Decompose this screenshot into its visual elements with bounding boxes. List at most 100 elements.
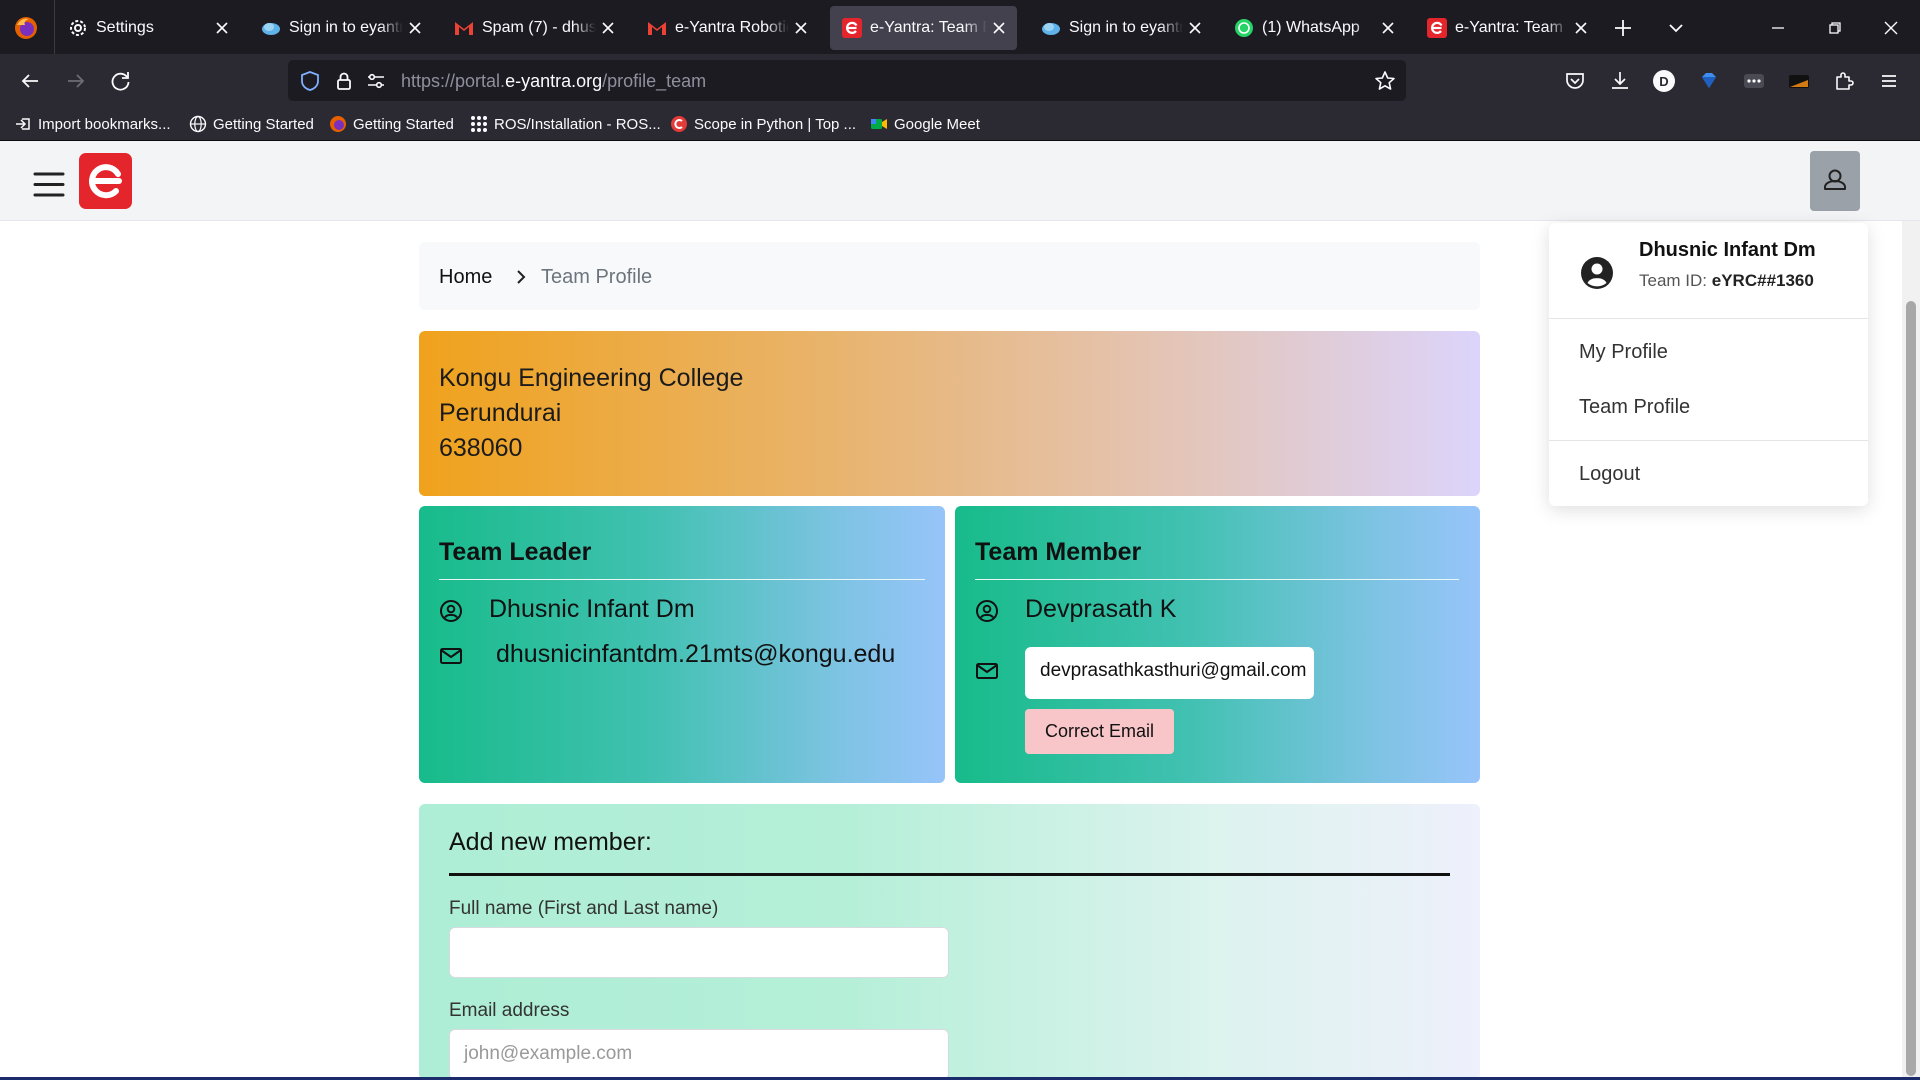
mail-icon bbox=[975, 659, 999, 683]
tab-spam-gmail[interactable]: Spam (7) - dhusnic bbox=[442, 6, 626, 50]
bookmark-import[interactable]: Import bookmarks... bbox=[14, 114, 171, 134]
chevron-right-icon bbox=[511, 267, 531, 287]
site-permissions-icon[interactable] bbox=[364, 69, 388, 93]
team-id-label: Team ID: bbox=[1639, 271, 1708, 290]
extensions-puzzle-icon[interactable] bbox=[1831, 68, 1857, 94]
team-leader-email: dhusnicinfantdm.21mts@kongu.edu bbox=[496, 640, 896, 668]
correct-email-button[interactable]: Correct Email bbox=[1025, 709, 1174, 754]
close-icon[interactable] bbox=[1183, 16, 1207, 40]
tab-title: e-Yantra: Team Pro bbox=[870, 19, 987, 36]
account-circle-icon bbox=[1580, 256, 1614, 290]
tab-settings[interactable]: Settings bbox=[56, 6, 240, 50]
dropdown-user-name: Dhusnic Infant Dm bbox=[1639, 239, 1816, 261]
team-leader-card: Team Leader Dhusnic Infant Dm dhusnicinf… bbox=[419, 506, 945, 783]
member-email-input[interactable]: devprasathkasthuri@gmail.com bbox=[1025, 647, 1314, 699]
bookmark-ros-installation[interactable]: ROS/Installation - ROS... bbox=[470, 114, 661, 134]
gear-icon bbox=[68, 18, 88, 38]
email-address-input[interactable]: john@example.com bbox=[449, 1029, 949, 1080]
college-pincode: 638060 bbox=[439, 434, 523, 462]
bookmark-label: Getting Started bbox=[213, 115, 314, 133]
close-icon[interactable] bbox=[403, 16, 427, 40]
new-tab-icon[interactable] bbox=[1610, 15, 1636, 41]
firefox-menu-icon[interactable] bbox=[13, 15, 39, 41]
extension-gem-icon[interactable] bbox=[1696, 68, 1722, 94]
tab-title: e-Yantra: Team Re bbox=[1455, 19, 1569, 36]
gmail-icon bbox=[647, 18, 667, 38]
url-path: /profile_team bbox=[602, 71, 707, 91]
meet-icon bbox=[870, 115, 888, 133]
back-arrow-icon[interactable] bbox=[16, 68, 44, 94]
cloud-icon bbox=[1041, 18, 1061, 38]
close-icon[interactable] bbox=[987, 16, 1011, 40]
bookmark-label: Import bookmarks... bbox=[38, 115, 171, 133]
user-menu-button[interactable] bbox=[1810, 151, 1860, 211]
ros-icon bbox=[470, 115, 488, 133]
tab-title: Settings bbox=[96, 19, 154, 36]
extension-dots-icon[interactable] bbox=[1741, 68, 1767, 94]
bookmark-label: Google Meet bbox=[894, 115, 980, 133]
team-id-value: eYRC##1360 bbox=[1711, 271, 1814, 290]
menu-item-team-profile[interactable]: Team Profile bbox=[1579, 396, 1690, 419]
tab-separator bbox=[54, 0, 55, 54]
dropdown-team-id: Team ID: eYRC##1360 bbox=[1639, 271, 1814, 291]
breadcrumb-home-link[interactable]: Home bbox=[439, 266, 492, 289]
divider bbox=[1549, 318, 1868, 319]
url-prefix: https://portal. bbox=[401, 71, 506, 91]
tab-title: Sign in to eyantra bbox=[289, 19, 403, 36]
close-icon[interactable] bbox=[210, 16, 234, 40]
extension-dark-icon[interactable] bbox=[1786, 68, 1812, 94]
user-circle-icon bbox=[975, 599, 999, 623]
account-avatar-icon[interactable]: D bbox=[1651, 68, 1677, 94]
address-bar[interactable]: https://portal.e-yantra.org/profile_team bbox=[288, 60, 1406, 101]
page-scrollbar-thumb[interactable] bbox=[1906, 301, 1916, 1076]
restore-icon[interactable] bbox=[1822, 15, 1848, 41]
hamburger-menu-icon[interactable] bbox=[33, 171, 65, 198]
tab-eyantra-robotics[interactable]: e-Yantra Robotics bbox=[635, 6, 819, 50]
url-domain: e-yantra.org bbox=[505, 71, 603, 91]
url-text[interactable]: https://portal.e-yantra.org/profile_team bbox=[401, 71, 706, 92]
import-icon bbox=[14, 115, 32, 133]
minimize-icon[interactable] bbox=[1765, 15, 1791, 41]
bookmark-google-meet[interactable]: Google Meet bbox=[870, 114, 980, 134]
chevron-down-icon[interactable] bbox=[1663, 15, 1689, 41]
add-member-title: Add new member: bbox=[449, 828, 652, 856]
team-member-name: Devprasath K bbox=[1025, 595, 1177, 623]
bookmark-getting-started-firefox[interactable]: Getting Started bbox=[329, 114, 454, 134]
close-icon[interactable] bbox=[1569, 16, 1593, 40]
tab-team-registration[interactable]: e-Yantra: Team Re bbox=[1415, 6, 1599, 50]
user-circle-icon bbox=[439, 599, 463, 623]
forward-arrow-icon[interactable] bbox=[62, 68, 90, 94]
bookmark-label: Scope in Python | Top ... bbox=[694, 115, 857, 133]
tab-team-profile[interactable]: e-Yantra: Team Pro bbox=[830, 6, 1017, 50]
menu-item-logout[interactable]: Logout bbox=[1579, 463, 1640, 486]
eyantra-icon bbox=[1427, 18, 1447, 38]
app-menu-icon[interactable] bbox=[1876, 68, 1902, 94]
menu-item-my-profile[interactable]: My Profile bbox=[1579, 341, 1668, 364]
bookmark-star-icon[interactable] bbox=[1373, 69, 1397, 93]
reload-icon[interactable] bbox=[107, 68, 135, 94]
breadcrumb-current: Team Profile bbox=[541, 266, 653, 288]
team-member-title: Team Member bbox=[975, 538, 1142, 566]
tab-whatsapp[interactable]: (1) WhatsApp bbox=[1222, 6, 1406, 50]
pocket-icon[interactable] bbox=[1562, 68, 1588, 94]
tab-sign-in-eyantra[interactable]: Sign in to eyantra bbox=[249, 6, 433, 50]
close-icon[interactable] bbox=[1376, 16, 1400, 40]
window-close-icon[interactable] bbox=[1878, 15, 1904, 41]
eyantra-logo[interactable] bbox=[79, 153, 132, 209]
avatar-letter: D bbox=[1659, 74, 1668, 89]
close-icon[interactable] bbox=[596, 16, 620, 40]
globe-icon bbox=[189, 115, 207, 133]
app-header bbox=[0, 141, 1920, 221]
close-icon[interactable] bbox=[789, 16, 813, 40]
tab-title: (1) WhatsApp bbox=[1262, 19, 1360, 36]
lock-icon[interactable] bbox=[332, 69, 356, 93]
bookmark-getting-started[interactable]: Getting Started bbox=[189, 114, 314, 134]
shield-icon[interactable] bbox=[298, 69, 322, 93]
tab-title: Sign in to eyantra bbox=[1069, 19, 1183, 36]
tab-sign-in-eyantra-2[interactable]: Sign in to eyantra bbox=[1029, 6, 1213, 50]
cloud-icon bbox=[261, 18, 281, 38]
college-city: Perundurai bbox=[439, 399, 562, 427]
bookmark-scope-python[interactable]: Scope in Python | Top ... bbox=[670, 114, 856, 134]
full-name-input[interactable] bbox=[449, 927, 949, 978]
download-icon[interactable] bbox=[1607, 68, 1633, 94]
